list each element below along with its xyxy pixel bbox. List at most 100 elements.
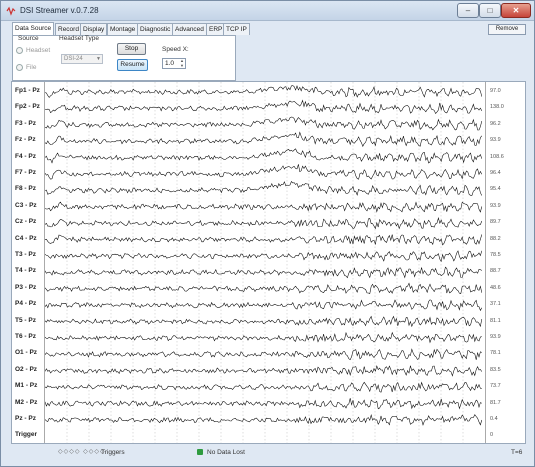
tab-diagnostic[interactable]: Diagnostic bbox=[137, 23, 174, 35]
channel-label: O1 - Pz bbox=[15, 349, 38, 357]
channel-label: Fp1 - Pz bbox=[15, 87, 40, 94]
channel-value: 93.9 bbox=[490, 334, 501, 340]
window-title: DSI Streamer v.0.7.28 bbox=[20, 6, 99, 15]
eeg-trace bbox=[45, 234, 483, 246]
channel-label: Pz - Pz bbox=[15, 415, 36, 422]
status-ok-icon bbox=[197, 449, 203, 455]
eeg-trace bbox=[45, 131, 483, 147]
channel-label: O2 - Pz bbox=[15, 365, 38, 373]
stop-button[interactable]: Stop bbox=[117, 43, 146, 55]
channel-label: F8 - Pz bbox=[15, 185, 36, 193]
channel-label: T3 - Pz bbox=[15, 251, 36, 258]
channel-label: Fp2 - Pz bbox=[15, 103, 40, 111]
tab-montage[interactable]: Montage bbox=[107, 23, 139, 35]
file-radio[interactable] bbox=[16, 64, 23, 71]
no-data-lost-status: No Data Lost bbox=[207, 449, 245, 456]
channel-value: 93.9 bbox=[490, 202, 501, 209]
channel-value: 78.1 bbox=[490, 350, 501, 357]
channel-label: Fz - Pz bbox=[15, 136, 36, 144]
headset-type-select[interactable]: DSI-24 ▼ bbox=[61, 54, 103, 64]
maximize-button[interactable]: □ bbox=[479, 3, 501, 18]
channel-label: T4 - Pz bbox=[15, 267, 36, 275]
headset-radio-label: Headset bbox=[26, 47, 51, 54]
channel-value: 0.4 bbox=[490, 416, 498, 422]
title-bar: DSI Streamer v.0.7.28 – □ ✕ bbox=[1, 1, 534, 21]
data-source-panel bbox=[12, 35, 236, 81]
app-logo-icon bbox=[6, 6, 16, 16]
channel-label: F3 - Pz bbox=[15, 119, 36, 127]
time-readout: T=6 bbox=[511, 449, 523, 456]
eeg-trace bbox=[45, 348, 482, 361]
eeg-trace bbox=[45, 116, 483, 131]
status-bar: ◇◇◇◇ ◇◇◇◇ Triggers No Data Lost T=6 bbox=[1, 444, 534, 466]
resume-button[interactable]: Resume bbox=[117, 59, 148, 71]
channel-value: 88.2 bbox=[490, 235, 501, 242]
channel-value: 48.6 bbox=[490, 284, 501, 291]
channel-value: 89.7 bbox=[490, 219, 501, 226]
eeg-trace bbox=[45, 413, 483, 426]
channel-value: 96.2 bbox=[490, 120, 501, 127]
eeg-trace bbox=[45, 266, 482, 279]
channel-label: P4 - Pz bbox=[15, 300, 37, 308]
chevron-down-icon: ▼ bbox=[96, 56, 101, 62]
remove-button[interactable]: Remove bbox=[488, 24, 526, 35]
channel-label-column: Fp1 - Pz Fp2 - Pz F3 - Pz Fz - Pz F4 - Pz F7 … bbox=[12, 82, 45, 443]
channel-label: C4 - Pz bbox=[15, 234, 37, 242]
speed-label: Speed X: bbox=[162, 46, 189, 53]
channel-label: M1 - Pz bbox=[15, 382, 38, 390]
headset-type-label: Headset Type bbox=[59, 35, 99, 42]
eeg-trace bbox=[45, 365, 483, 377]
triggers-label: Triggers bbox=[101, 449, 125, 456]
channel-value: 95.4 bbox=[490, 186, 501, 193]
channel-label: T6 - Pz bbox=[15, 333, 36, 340]
channel-value: 37.1 bbox=[490, 301, 501, 308]
source-label: Source bbox=[18, 35, 39, 42]
eeg-trace bbox=[45, 148, 483, 164]
eeg-trace bbox=[45, 99, 483, 115]
tab-data-source[interactable]: Data Source bbox=[12, 22, 55, 35]
eeg-trace bbox=[45, 331, 482, 344]
channel-label: Trigger bbox=[15, 431, 38, 439]
channel-label: F7 - Pz bbox=[15, 169, 36, 176]
tab-display[interactable]: Display bbox=[80, 23, 108, 35]
eeg-trace bbox=[45, 85, 483, 98]
eeg-trace bbox=[45, 282, 483, 294]
channel-value: 81.1 bbox=[490, 317, 501, 324]
channel-label: M2 - Pz bbox=[15, 398, 38, 406]
channel-value: 96.4 bbox=[490, 170, 501, 176]
close-button[interactable]: ✕ bbox=[501, 3, 531, 18]
channel-value: 97.0 bbox=[490, 88, 501, 94]
channel-label: P3 - Pz bbox=[15, 283, 37, 291]
channel-value: 83.5 bbox=[490, 366, 501, 373]
tab-tcp-ip[interactable]: TCP IP bbox=[223, 23, 250, 35]
eeg-plot[interactable]: Fp1 - Pz Fp2 - Pz F3 - Pz Fz - Pz F4 - Pz F7 … bbox=[11, 81, 526, 444]
eeg-trace bbox=[45, 299, 483, 312]
channel-value: 88.7 bbox=[490, 268, 501, 275]
channel-value: 93.9 bbox=[490, 137, 501, 144]
spin-arrows-icon[interactable]: ▲ ▼ bbox=[180, 58, 184, 68]
headset-radio[interactable] bbox=[16, 47, 23, 54]
channel-label: F4 - Pz bbox=[15, 152, 36, 160]
channel-label: T5 - Pz bbox=[15, 316, 36, 324]
eeg-trace bbox=[45, 250, 483, 263]
eeg-trace bbox=[45, 201, 483, 213]
channel-label: C3 - Pz bbox=[15, 201, 37, 209]
channel-value: 81.7 bbox=[490, 399, 501, 406]
tab-advanced[interactable]: Advanced bbox=[172, 23, 207, 35]
speed-value: 1.0 bbox=[165, 60, 175, 67]
app-window: DSI Streamer v.0.7.28 – □ ✕ Data Source … bbox=[0, 0, 535, 467]
eeg-trace bbox=[45, 164, 483, 180]
speed-spinbox[interactable]: 1.0 ▲ ▼ bbox=[162, 58, 186, 69]
minimize-button[interactable]: – bbox=[457, 3, 479, 18]
channel-value: 138.0 bbox=[490, 104, 504, 111]
channel-value: 78.5 bbox=[490, 252, 501, 258]
tab-record[interactable]: Record bbox=[55, 23, 82, 35]
trigger-indicator-icons: ◇◇◇◇ ◇◇◇◇ bbox=[58, 449, 106, 455]
eeg-trace bbox=[45, 180, 483, 196]
eeg-trace bbox=[45, 216, 483, 230]
channel-label: Cz - Pz bbox=[15, 218, 37, 226]
eeg-trace bbox=[45, 315, 483, 328]
channel-value-column: 97.0 138.0 96.2 93.9 108.6 96.4 95.4 93.9 89.7 88… bbox=[485, 82, 525, 443]
eeg-trace-area bbox=[45, 82, 483, 443]
headset-type-value: DSI-24 bbox=[64, 56, 83, 62]
